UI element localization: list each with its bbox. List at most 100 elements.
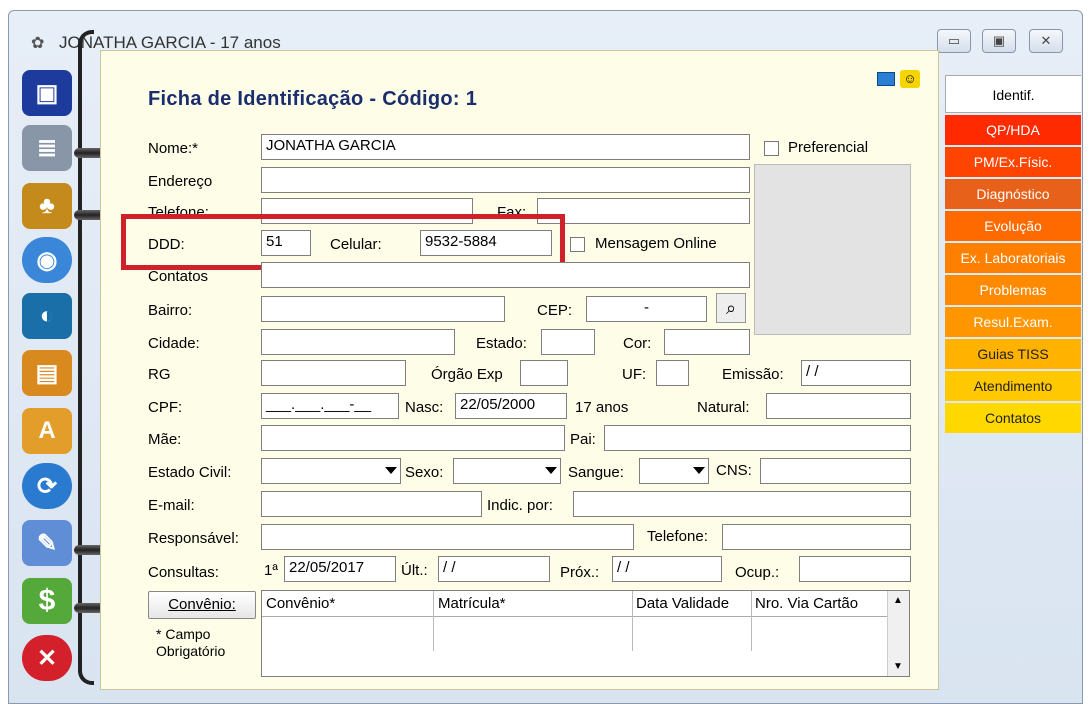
cep-label: CEP: (537, 302, 573, 319)
chevron-down-icon (385, 467, 397, 474)
search-icon[interactable]: ⌕ (716, 293, 746, 323)
estado-civil-select[interactable] (261, 458, 401, 484)
grid-header-convenio[interactable]: Convênio* (266, 595, 335, 612)
brush-icon[interactable]: ✎ (22, 520, 72, 566)
indic-label: Indic. por: (487, 497, 553, 514)
telefone2-label: Telefone: (647, 528, 708, 545)
sync-icon[interactable]: ⟳ (22, 463, 72, 509)
grid-header-validade[interactable]: Data Validade (636, 595, 729, 612)
notebook-icon[interactable]: ≣ (22, 125, 72, 171)
idade-text: 17 anos (575, 399, 629, 416)
fax-field[interactable] (537, 198, 750, 224)
smiley-icon[interactable]: ☺ (900, 70, 920, 88)
cpf-field[interactable]: ___.___.___-__ (261, 393, 399, 419)
scroll-up-icon[interactable]: ▲ (893, 595, 903, 606)
prox-field[interactable]: / / (612, 556, 722, 582)
cd-icon[interactable]: ◉ (22, 237, 72, 283)
email-field[interactable] (261, 491, 482, 517)
tab-qp-hda[interactable]: QP/HDA (945, 115, 1081, 145)
tab-resul-exam[interactable]: Resul.Exam. (945, 307, 1081, 337)
tab-ex-laboratoriais[interactable]: Ex. Laboratoriais (945, 243, 1081, 273)
save-icon[interactable]: ▣ (22, 70, 72, 116)
mensagem-checkbox[interactable] (570, 237, 585, 252)
tab-pm-exfisic[interactable]: PM/Ex.Físic. (945, 147, 1081, 177)
sangue-label: Sangue: (568, 464, 624, 481)
cards-icon[interactable]: ♣ (22, 183, 72, 229)
app-icon: ✿ (31, 35, 45, 52)
camera-icon[interactable]: ◐ (22, 293, 72, 339)
prox-label: Próx.: (560, 564, 600, 581)
grid-header-via[interactable]: Nro. Via Cartão (755, 595, 858, 612)
pai-field[interactable] (604, 425, 911, 451)
bairro-label: Bairro: (148, 302, 193, 319)
convenio-grid[interactable]: Convênio* Matrícula* Data Validade Nro. … (261, 590, 910, 677)
emissao-field[interactable]: / / (801, 360, 911, 386)
endereco-label: Endereço (148, 173, 213, 190)
books-icon[interactable]: ▤ (22, 350, 72, 396)
tab-evolucao[interactable]: Evolução (945, 211, 1081, 241)
chevron-down-icon (693, 467, 705, 474)
mae-field[interactable] (261, 425, 565, 451)
email-label: E-mail: (148, 497, 195, 514)
indic-field[interactable] (573, 491, 911, 517)
tab-identif[interactable]: Identif. (945, 75, 1081, 113)
grid-scrollbar[interactable]: ▲ ▼ (887, 591, 909, 676)
preferencial-checkbox[interactable] (764, 141, 779, 156)
ocup-label: Ocup.: (735, 564, 780, 581)
orgao-label: Órgão Exp (431, 366, 503, 383)
nome-label: Nome:* (148, 140, 199, 157)
pai-label: Pai: (570, 431, 596, 448)
consultas-prefix: 1ª (264, 562, 278, 579)
close-button[interactable]: ✕ (1029, 29, 1063, 53)
photo-area[interactable] (754, 164, 911, 335)
tab-atendimento[interactable]: Atendimento (945, 371, 1081, 401)
responsavel-label: Responsável: (148, 530, 239, 547)
tab-problemas[interactable]: Problemas (945, 275, 1081, 305)
cep-field[interactable]: - (586, 296, 707, 322)
grid-header-matricula[interactable]: Matrícula* (438, 595, 506, 612)
maximize-button[interactable]: ▣ (982, 29, 1016, 53)
close-icon[interactable]: ✕ (22, 635, 72, 681)
endereco-field[interactable] (261, 167, 750, 193)
uf-label: UF: (622, 366, 647, 383)
scroll-down-icon[interactable]: ▼ (893, 661, 903, 672)
sangue-select[interactable] (639, 458, 709, 484)
nasc-label: Nasc: (405, 399, 444, 416)
telefone2-field[interactable] (722, 524, 911, 550)
tab-contatos[interactable]: Contatos (945, 403, 1081, 433)
bairro-field[interactable] (261, 296, 505, 322)
dollar-icon[interactable]: $ (22, 578, 72, 624)
orgao-field[interactable] (520, 360, 568, 386)
nome-field[interactable]: JONATHA GARCIA (261, 134, 750, 160)
nasc-field[interactable]: 22/05/2000 (455, 393, 567, 419)
cns-field[interactable] (760, 458, 911, 484)
natural-field[interactable] (766, 393, 911, 419)
cns-label: CNS: (716, 462, 752, 479)
cor-label: Cor: (623, 335, 652, 352)
estado-field[interactable] (541, 329, 595, 355)
contatos-field[interactable] (261, 262, 750, 288)
monitor-icon[interactable] (877, 72, 895, 86)
consultas-label: Consultas: (148, 564, 219, 581)
ult-field[interactable]: / / (438, 556, 550, 582)
tab-guias-tiss[interactable]: Guias TISS (945, 339, 1081, 369)
ocup-field[interactable] (799, 556, 911, 582)
font-icon[interactable]: A (22, 408, 72, 454)
preferencial-label: Preferencial (788, 139, 869, 156)
cor-field[interactable] (664, 329, 750, 355)
uf-field[interactable] (656, 360, 689, 386)
binder-spine (78, 30, 94, 685)
minimize-button[interactable]: ▭ (937, 29, 971, 53)
consultas-field[interactable]: 22/05/2017 (284, 556, 396, 582)
page-title: Ficha de Identificação - Código: 1 (148, 88, 478, 110)
chevron-down-icon (545, 467, 557, 474)
estado-label: Estado: (476, 335, 527, 352)
tab-diagnostico[interactable]: Diagnóstico (945, 179, 1081, 209)
natural-label: Natural: (697, 399, 750, 416)
cidade-field[interactable] (261, 329, 455, 355)
sexo-select[interactable] (453, 458, 561, 484)
convenio-button[interactable]: Convênio: (148, 591, 256, 619)
rg-field[interactable] (261, 360, 406, 386)
responsavel-field[interactable] (261, 524, 634, 550)
ult-label: Últ.: (401, 562, 428, 579)
